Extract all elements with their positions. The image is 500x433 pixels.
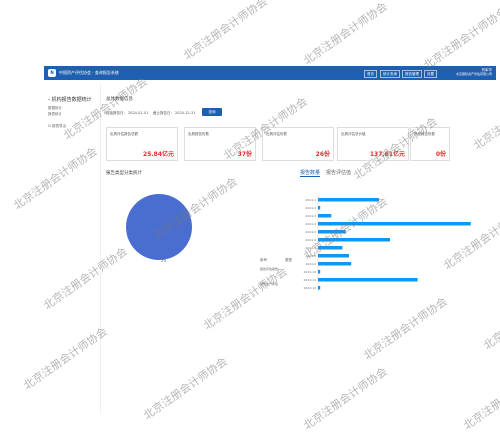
sidebar-item-report-export[interactable]: ⊡ 报表导出 [48,124,66,129]
y-tick-label: 2024-9 [305,262,316,266]
pie-chart: 26 [126,194,192,263]
table-header: 类型 [285,258,292,262]
watermark-text: 北京注册会计师协会 [181,0,270,63]
watermark-text: 北京注册会计师协会 [471,84,500,153]
tab-report-value[interactable]: 报告评估值 [326,169,351,176]
sidebar-item-data-stats[interactable]: 数据统计 [48,106,62,111]
watermark-text: 北京注册会计师协会 [481,284,500,353]
app-title: 中国资产评估协会 · 查询报告系统 [59,70,119,75]
nav-report-management[interactable]: 报告管理 [402,70,422,78]
watermark-text: 北京注册会计师协会 [201,264,290,333]
y-tick-label: 2024-6 [305,238,316,242]
y-tick-label: 2024-1 [305,198,316,202]
start-date-label: 起始报告日： [106,111,127,115]
summary-card: 出具评估总价值 137.61亿元 [337,127,409,161]
card-label: 出具评估份数 [266,132,287,136]
bar [318,254,349,258]
card-label: 出具评估总价值 [341,132,366,136]
bar [318,214,332,218]
sidebar: ‹ 机构报告数据统计 数据统计 报表统计 ⊡ 报表导出 [44,84,101,413]
bar [318,278,418,282]
user-info[interactable]: 刘军华 北京国际资产评估有限公司 [456,68,492,76]
bar [318,262,352,266]
end-date-label: 截止报告日： [153,111,174,115]
logo-icon: N [48,69,56,77]
user-org: 北京国际资产评估有限公司 [455,72,492,76]
y-tick-label: 2024-3 [305,214,316,218]
y-tick-label: 2024-10 [303,270,316,274]
bar [318,198,379,202]
card-label: 出具报告份数 [188,132,209,136]
nav-home[interactable]: 首页 [364,70,377,78]
card-value: 0份 [435,151,446,158]
pie-chart-title: 报告类型分类统计 [106,171,142,176]
y-tick-label: 2024-7 [305,246,316,250]
card-label: 出具评估报告总额 [110,132,138,136]
y-tick-label: 2024-5 [305,230,316,234]
card-label: 其他报告份数 [414,132,435,136]
table-header: 序号 [260,258,267,262]
y-tick-label: 2024-4 [305,222,316,226]
pie-slice [126,194,192,260]
sidebar-title[interactable]: ‹ 机构报告数据统计 [48,96,92,103]
overview-title: 总体数据信息 [106,97,133,102]
query-button[interactable]: 查询 [202,108,222,116]
watermark-text: 北京注册会计师协会 [301,364,390,433]
bar [318,246,343,250]
y-tick-label: 2024-11 [303,278,316,282]
y-tick-label: 2024-12 [303,286,316,290]
bar [318,270,321,274]
top-navbar: N 中国资产评估协会 · 查询报告系统 首页 统计查询 报告管理 设置 刘军华 … [44,66,496,80]
card-value: 26份 [315,151,330,158]
watermark-text: 北京注册会计师协会 [361,294,450,363]
nav-settings[interactable]: 设置 [424,70,437,78]
bar [318,230,346,234]
watermark-text: 北京注册会计师协会 [421,4,500,73]
table-row[interactable]: 报告评估报告 [260,267,278,271]
bar [318,238,390,242]
card-value: 37份 [237,151,252,158]
bar [318,222,471,226]
start-date-input[interactable]: 2024-01-01 [128,111,148,115]
watermark-text: 北京注册会计师协会 [461,364,500,433]
bar [318,286,321,290]
end-date-input[interactable]: 2024-12-31 [175,111,195,115]
card-value: 25.84亿元 [143,151,174,158]
bar-chart: 2024-1 2024-2 2024-3 2024-4 2024-5 2024-6 2024… [303,196,471,292]
card-value: 137.61亿元 [369,151,405,158]
y-tick-label: 2024-2 [305,206,316,210]
summary-card: 其他报告份数 0份 [410,127,450,161]
tab-report-count[interactable]: 报告数量 [300,169,321,177]
y-tick-label: 2024-8 [305,254,316,258]
pie-label: 26 [161,258,167,263]
sidebar-item-report-stats[interactable]: 报表统计 [48,112,62,117]
nav-statistics[interactable]: 统计查询 [380,70,400,78]
summary-card: 出具报告份数 37份 [184,127,256,161]
table-row[interactable]: 报告资产评估 [260,282,278,286]
bar [318,206,321,210]
watermark-text: 北京注册会计师协会 [301,0,390,68]
summary-card: 出具评估报告总额 25.84亿元 [106,127,178,161]
summary-card: 出具评估份数 26份 [262,127,334,161]
